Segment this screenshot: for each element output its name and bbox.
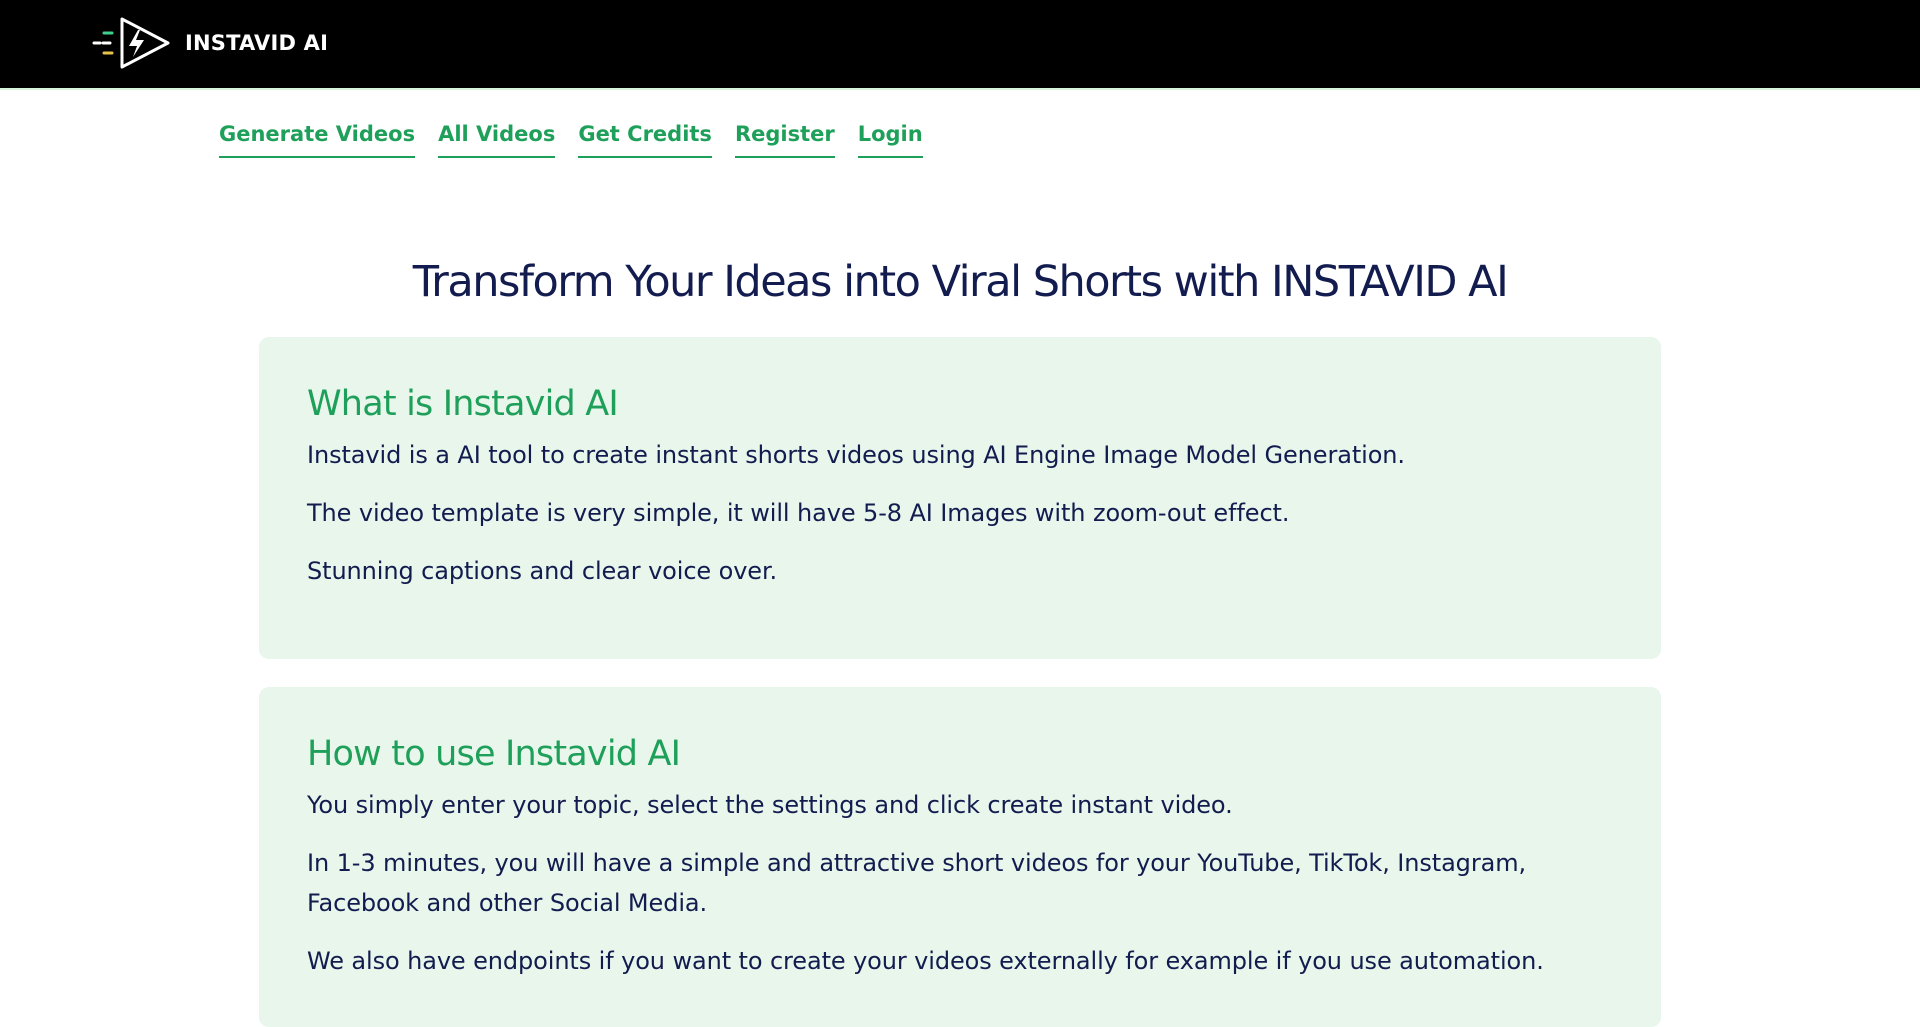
top-header-bar: INSTAVID AI	[0, 0, 1920, 90]
brand-name: INSTAVID AI	[185, 31, 329, 55]
card-paragraph: Instavid is a AI tool to create instant …	[307, 441, 1405, 469]
nav-link-register[interactable]: Register	[734, 120, 835, 158]
nav-link-generate-videos[interactable]: Generate Videos	[219, 120, 416, 158]
card-paragraph: The video template is very simple, it wi…	[307, 499, 1290, 527]
play-lightning-logo-icon	[92, 17, 170, 69]
card-paragraph: In 1-3 minutes, you will have a simple a…	[307, 849, 1526, 917]
card-title: How to use Instavid AI	[307, 734, 681, 774]
card-paragraph: Stunning captions and clear voice over.	[307, 557, 778, 585]
card-title: What is Instavid AI	[307, 384, 619, 424]
page-title: Transform Your Ideas into Viral Shorts w…	[412, 257, 1509, 307]
nav-link-all-videos[interactable]: All Videos	[438, 120, 556, 158]
card-paragraph: We also have endpoints if you want to cr…	[307, 947, 1544, 975]
nav-link-get-credits[interactable]: Get Credits	[578, 120, 712, 158]
info-card-what-is: What is Instavid AI Instavid is a AI too…	[259, 337, 1661, 659]
main-navigation: Generate Videos All Videos Get Credits R…	[219, 120, 923, 158]
brand-home-link[interactable]: INSTAVID AI	[92, 13, 328, 73]
card-paragraph: You simply enter your topic, select the …	[307, 791, 1233, 819]
info-card-how-to-use: How to use Instavid AI You simply enter …	[259, 687, 1661, 1027]
nav-link-login[interactable]: Login	[857, 120, 923, 158]
